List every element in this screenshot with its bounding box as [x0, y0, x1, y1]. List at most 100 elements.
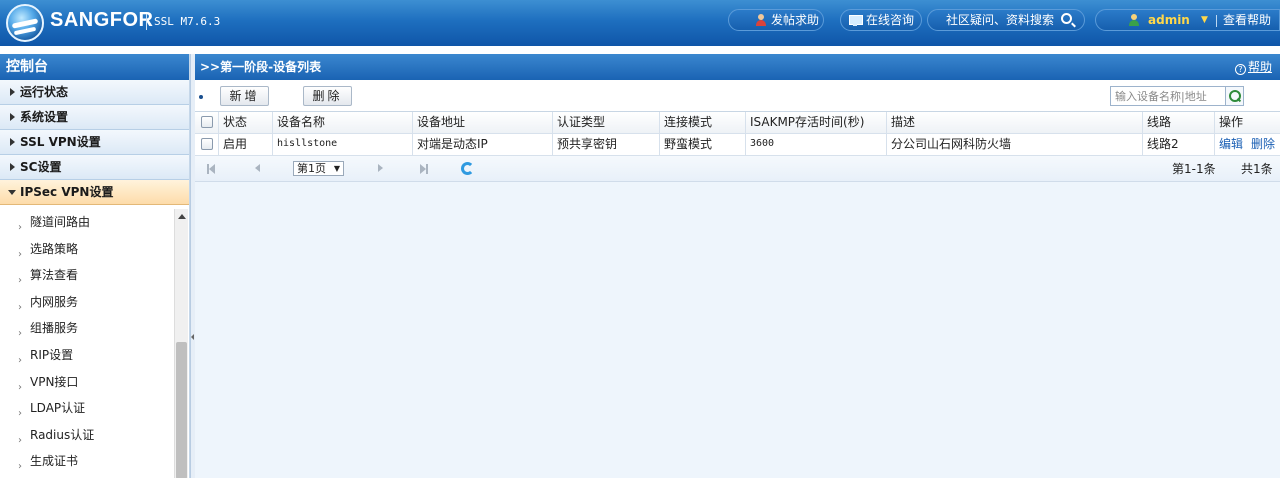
post-help-button[interactable]: 发帖求助: [728, 9, 824, 31]
sangfor-logo-icon: [6, 4, 44, 42]
scrollbar-thumb[interactable]: [176, 342, 187, 478]
next-page-icon[interactable]: [378, 164, 383, 172]
arrow-down-icon: [8, 190, 16, 195]
community-search-button[interactable]: 社区疑问、资料搜索: [927, 9, 1085, 31]
cell-description: 分公司山石网科防火墙: [887, 134, 1143, 155]
cell-connect-mode: 野蛮模式: [660, 134, 746, 155]
cell-isakmp-time: 3600: [746, 134, 887, 155]
table-header-row: 状态 设备名称 设备地址 认证类型 连接模式 ISAKMP存活时间(秒) 描述 …: [195, 112, 1280, 134]
online-consult-button[interactable]: 在线咨询: [840, 9, 922, 31]
brand-name: SANGFOR: [50, 9, 154, 31]
sidebar-group-label: IPSec VPN设置: [20, 185, 114, 199]
admin-user-icon: [1128, 14, 1140, 26]
prev-page-icon[interactable]: [255, 164, 260, 172]
sidebar-item-route-policy[interactable]: › 选路策略: [0, 236, 174, 263]
select-all-checkbox[interactable]: [201, 116, 213, 128]
device-table: 状态 设备名称 设备地址 认证类型 连接模式 ISAKMP存活时间(秒) 描述 …: [195, 111, 1280, 156]
collapse-arrow-icon[interactable]: [191, 334, 194, 340]
sidebar-group-ipsec-vpn[interactable]: IPSec VPN设置: [0, 180, 189, 205]
caret-down-icon: ▼: [333, 164, 340, 173]
version-label: SSL M7.6.3: [154, 15, 221, 28]
first-page-icon[interactable]: [207, 164, 215, 174]
cell-auth-type: 预共享密钥: [553, 134, 660, 155]
sidebar-item-rip-settings[interactable]: › RIP设置: [0, 342, 174, 369]
help-label: 帮助: [1247, 60, 1272, 74]
edit-link[interactable]: 编辑: [1219, 137, 1243, 151]
sidebar-group-label: SC设置: [20, 160, 62, 174]
help-link[interactable]: ? 帮助: [1234, 54, 1272, 80]
header-divider: [146, 14, 147, 30]
arrow-right-icon: [10, 88, 15, 96]
column-header-auth-type[interactable]: 认证类型: [553, 112, 660, 133]
column-header-line[interactable]: 线路: [1143, 112, 1215, 133]
page-select[interactable]: 第1页 ▼: [293, 161, 344, 176]
user-menu[interactable]: admin ▼ 查看帮助: [1095, 9, 1280, 31]
cell-status: 启用: [219, 134, 273, 155]
sidebar-group-ssl-vpn[interactable]: SSL VPN设置: [0, 130, 189, 155]
cell-device-name: hisllstone: [273, 134, 413, 155]
last-page-icon[interactable]: [420, 164, 428, 174]
sidebar-item-algorithm-view[interactable]: › 算法查看: [0, 262, 174, 289]
sidebar-item-intranet-service[interactable]: › 内网服务: [0, 289, 174, 316]
arrow-right-icon: [10, 163, 15, 171]
sidebar-item-multicast-service[interactable]: › 组播服务: [0, 315, 174, 342]
sidebar-group-system-settings[interactable]: 系统设置: [0, 105, 189, 130]
top-header: SANGFOR SSL M7.6.3 发帖求助 在线咨询 社区疑问、资料搜索 a…: [0, 0, 1280, 46]
sidebar-group-running-status[interactable]: 运行状态: [0, 80, 189, 105]
sidebar-item-label: RIP设置: [30, 347, 74, 362]
ipsec-submenu: › 隧道间路由 › 选路策略 › 算法查看 › 内网服务 › 组播服务 › RIP设置 › V…: [0, 209, 174, 478]
column-header-description[interactable]: 描述: [887, 112, 1143, 133]
sidebar-title: 控制台: [0, 54, 189, 80]
delete-button[interactable]: 删除: [303, 86, 352, 106]
pager-range-label: 第1-1条: [1172, 162, 1216, 176]
sidebar-item-label: VPN接口: [30, 374, 79, 389]
column-header-status[interactable]: 状态: [219, 112, 273, 133]
sidebar-item-label: 内网服务: [30, 294, 79, 309]
admin-username[interactable]: admin: [1148, 10, 1190, 30]
sidebar-group-label: 系统设置: [20, 110, 69, 124]
sidebar-group-label: 运行状态: [20, 85, 69, 99]
sidebar-item-generate-cert[interactable]: › 生成证书: [0, 448, 174, 475]
add-button[interactable]: 新增: [220, 86, 269, 106]
sidebar-item-tunnel-routing[interactable]: › 隧道间路由: [0, 209, 174, 236]
pagination-bar: 第1页 ▼ 第1-1条 共1条: [195, 156, 1280, 182]
post-help-label: 发帖求助: [771, 13, 820, 27]
column-header-address[interactable]: 设备地址: [413, 112, 553, 133]
chevron-right-icon: ›: [18, 461, 22, 473]
sidebar-item-label: 组播服务: [30, 321, 79, 336]
sidebar-group-sc-settings[interactable]: SC设置: [0, 155, 189, 180]
column-header-name[interactable]: 设备名称: [273, 112, 413, 133]
sidebar: 控制台 运行状态 系统设置 SSL VPN设置 SC设置 IPSec VPN设置…: [0, 54, 190, 478]
sidebar-item-label: 算法查看: [30, 268, 79, 283]
sidebar-item-label: 生成证书: [30, 454, 79, 469]
row-checkbox[interactable]: [201, 138, 213, 150]
sidebar-scrollbar[interactable]: [174, 209, 188, 478]
search-icon: [1061, 13, 1072, 24]
sidebar-item-vpn-interface[interactable]: › VPN接口: [0, 369, 174, 396]
toolbar: 新增 删除: [195, 80, 1280, 111]
cell-actions: 编辑 删除: [1215, 134, 1280, 155]
caret-down-icon[interactable]: ▼: [1201, 10, 1208, 30]
pager-total-label: 共1条: [1241, 162, 1273, 176]
sidebar-item-label: LDAP认证: [30, 401, 86, 416]
column-header-isakmp[interactable]: ISAKMP存活时间(秒): [746, 112, 887, 133]
delete-link[interactable]: 删除: [1251, 137, 1275, 151]
column-header-connect-mode[interactable]: 连接模式: [660, 112, 746, 133]
main-panel: >>第一阶段-设备列表 ?帮助 新增 删除 状态 设备名称 设备地址 认证类型 …: [195, 54, 1280, 478]
search-button[interactable]: [1226, 86, 1244, 106]
community-search-label: 社区疑问、资料搜索: [946, 13, 1055, 27]
question-icon: ?: [1234, 64, 1246, 75]
sidebar-item-ldap-auth[interactable]: › LDAP认证: [0, 395, 174, 422]
table-row[interactable]: 启用 hisllstone 对端是动态IP 预共享密钥 野蛮模式 3600 分公…: [195, 134, 1280, 156]
sidebar-item-label: 隧道间路由: [30, 215, 91, 229]
online-consult-label: 在线咨询: [866, 13, 915, 27]
sidebar-item-radius-auth[interactable]: › Radius认证: [0, 422, 174, 449]
cell-device-address: 对端是动态IP: [413, 134, 553, 155]
view-help-link[interactable]: 查看帮助: [1223, 10, 1271, 30]
device-search-input[interactable]: [1110, 86, 1226, 106]
scroll-up-arrow-icon[interactable]: [178, 214, 186, 219]
page-title: >>第一阶段-设备列表: [200, 60, 322, 74]
arrow-right-icon: [10, 113, 15, 121]
refresh-icon[interactable]: [461, 162, 474, 175]
column-header-actions: 操作: [1219, 115, 1244, 129]
